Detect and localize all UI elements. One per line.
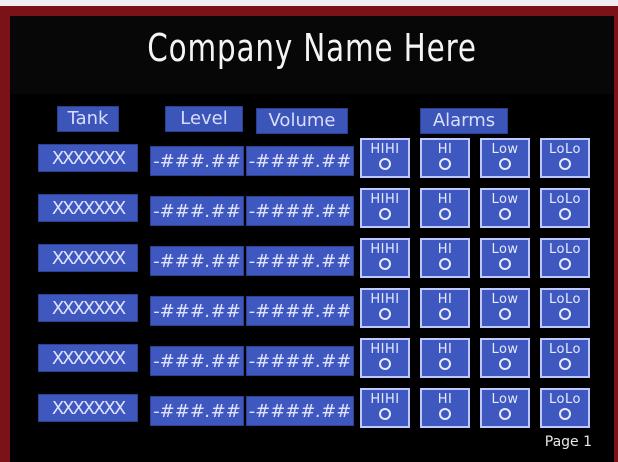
volume-field[interactable]: -####.##: [246, 196, 354, 226]
tank-name-field[interactable]: XXXXXXX: [38, 194, 138, 222]
alarm-indicator-lolo[interactable]: LoLo: [540, 238, 590, 278]
alarm-lamp-icon: [379, 408, 391, 420]
alarm-label: HIHI: [370, 192, 400, 207]
alarm-label: HIHI: [370, 292, 400, 307]
alarm-indicator-hi[interactable]: HI: [420, 288, 470, 328]
alarm-lamp-icon: [499, 408, 511, 420]
alarm-lamp-icon: [559, 408, 571, 420]
alarm-label: LoLo: [549, 392, 581, 407]
alarm-indicator-hi[interactable]: HI: [420, 138, 470, 178]
title-band: Company Name Here: [10, 16, 614, 94]
alarm-indicator-low[interactable]: Low: [480, 388, 530, 428]
alarm-lamp-icon: [379, 208, 391, 220]
alarm-lamp-icon: [499, 308, 511, 320]
alarm-lamp-icon: [559, 258, 571, 270]
volume-field[interactable]: -####.##: [246, 246, 354, 276]
alarm-lamp-icon: [439, 358, 451, 370]
alarm-lamp-icon: [439, 208, 451, 220]
alarm-lamp-icon: [379, 308, 391, 320]
alarm-lamp-icon: [499, 158, 511, 170]
tank-name-field[interactable]: XXXXXXX: [38, 244, 138, 272]
column-header-level: Level: [165, 106, 243, 132]
alarm-label: HI: [437, 242, 453, 257]
alarm-indicator-hi[interactable]: HI: [420, 338, 470, 378]
alarm-indicator-hihi[interactable]: HIHI: [360, 288, 410, 328]
alarm-lamp-icon: [559, 308, 571, 320]
level-field[interactable]: -###.##: [150, 346, 244, 376]
alarm-label: HI: [437, 192, 453, 207]
alarm-indicator-hihi[interactable]: HIHI: [360, 238, 410, 278]
alarm-indicator-low[interactable]: Low: [480, 138, 530, 178]
alarm-indicator-low[interactable]: Low: [480, 238, 530, 278]
alarm-label: Low: [491, 292, 519, 307]
alarm-lamp-icon: [439, 158, 451, 170]
alarm-indicator-hihi[interactable]: HIHI: [360, 188, 410, 228]
alarm-indicator-lolo[interactable]: LoLo: [540, 188, 590, 228]
alarm-lamp-icon: [499, 208, 511, 220]
tank-name-field[interactable]: XXXXXXX: [38, 394, 138, 422]
volume-field[interactable]: -####.##: [246, 146, 354, 176]
alarm-label: Low: [491, 142, 519, 157]
alarm-label: HI: [437, 142, 453, 157]
alarm-lamp-icon: [439, 258, 451, 270]
column-header-alarms: Alarms: [420, 108, 508, 134]
tank-name-field[interactable]: XXXXXXX: [38, 294, 138, 322]
alarm-label: Low: [491, 392, 519, 407]
level-field[interactable]: -###.##: [150, 246, 244, 276]
alarm-indicator-hi[interactable]: HI: [420, 388, 470, 428]
alarm-lamp-icon: [439, 308, 451, 320]
tank-name-field[interactable]: XXXXXXX: [38, 344, 138, 372]
alarm-label: LoLo: [549, 142, 581, 157]
alarm-label: HIHI: [370, 392, 400, 407]
volume-field[interactable]: -####.##: [246, 346, 354, 376]
volume-field[interactable]: -####.##: [246, 396, 354, 426]
alarm-lamp-icon: [559, 208, 571, 220]
alarm-label: HIHI: [370, 142, 400, 157]
alarm-label: HI: [437, 342, 453, 357]
company-title: Company Name Here: [147, 26, 477, 70]
alarm-indicator-lolo[interactable]: LoLo: [540, 388, 590, 428]
alarm-lamp-icon: [439, 408, 451, 420]
alarm-indicator-lolo[interactable]: LoLo: [540, 138, 590, 178]
alarm-label: LoLo: [549, 292, 581, 307]
alarm-label: Low: [491, 342, 519, 357]
page-indicator: Page 1: [544, 434, 592, 450]
alarm-label: HI: [437, 392, 453, 407]
alarm-indicator-hi[interactable]: HI: [420, 238, 470, 278]
alarm-indicator-lolo[interactable]: LoLo: [540, 288, 590, 328]
alarm-indicator-low[interactable]: Low: [480, 288, 530, 328]
level-field[interactable]: -###.##: [150, 396, 244, 426]
alarm-indicator-low[interactable]: Low: [480, 188, 530, 228]
alarm-label: LoLo: [549, 342, 581, 357]
alarm-label: LoLo: [549, 242, 581, 257]
alarm-lamp-icon: [499, 358, 511, 370]
hmi-frame: Company Name Here Tank Level Volume Alar…: [0, 6, 618, 462]
alarm-indicator-lolo[interactable]: LoLo: [540, 338, 590, 378]
alarm-label: HIHI: [370, 242, 400, 257]
alarm-indicator-hihi[interactable]: HIHI: [360, 338, 410, 378]
alarm-label: Low: [491, 192, 519, 207]
hmi-screen: Company Name Here Tank Level Volume Alar…: [10, 16, 614, 462]
volume-field[interactable]: -####.##: [246, 296, 354, 326]
alarm-label: LoLo: [549, 192, 581, 207]
alarm-indicator-hihi[interactable]: HIHI: [360, 138, 410, 178]
level-field[interactable]: -###.##: [150, 296, 244, 326]
column-header-tank: Tank: [57, 106, 119, 132]
alarm-label: Low: [491, 242, 519, 257]
alarm-lamp-icon: [559, 358, 571, 370]
alarm-lamp-icon: [379, 258, 391, 270]
alarm-lamp-icon: [379, 158, 391, 170]
alarm-lamp-icon: [499, 258, 511, 270]
alarm-lamp-icon: [559, 158, 571, 170]
alarm-label: HI: [437, 292, 453, 307]
alarm-indicator-hi[interactable]: HI: [420, 188, 470, 228]
alarm-indicator-low[interactable]: Low: [480, 338, 530, 378]
level-field[interactable]: -###.##: [150, 196, 244, 226]
column-header-volume: Volume: [256, 108, 348, 134]
level-field[interactable]: -###.##: [150, 146, 244, 176]
alarm-label: HIHI: [370, 342, 400, 357]
tank-name-field[interactable]: XXXXXXX: [38, 144, 138, 172]
alarm-indicator-hihi[interactable]: HIHI: [360, 388, 410, 428]
alarm-lamp-icon: [379, 358, 391, 370]
